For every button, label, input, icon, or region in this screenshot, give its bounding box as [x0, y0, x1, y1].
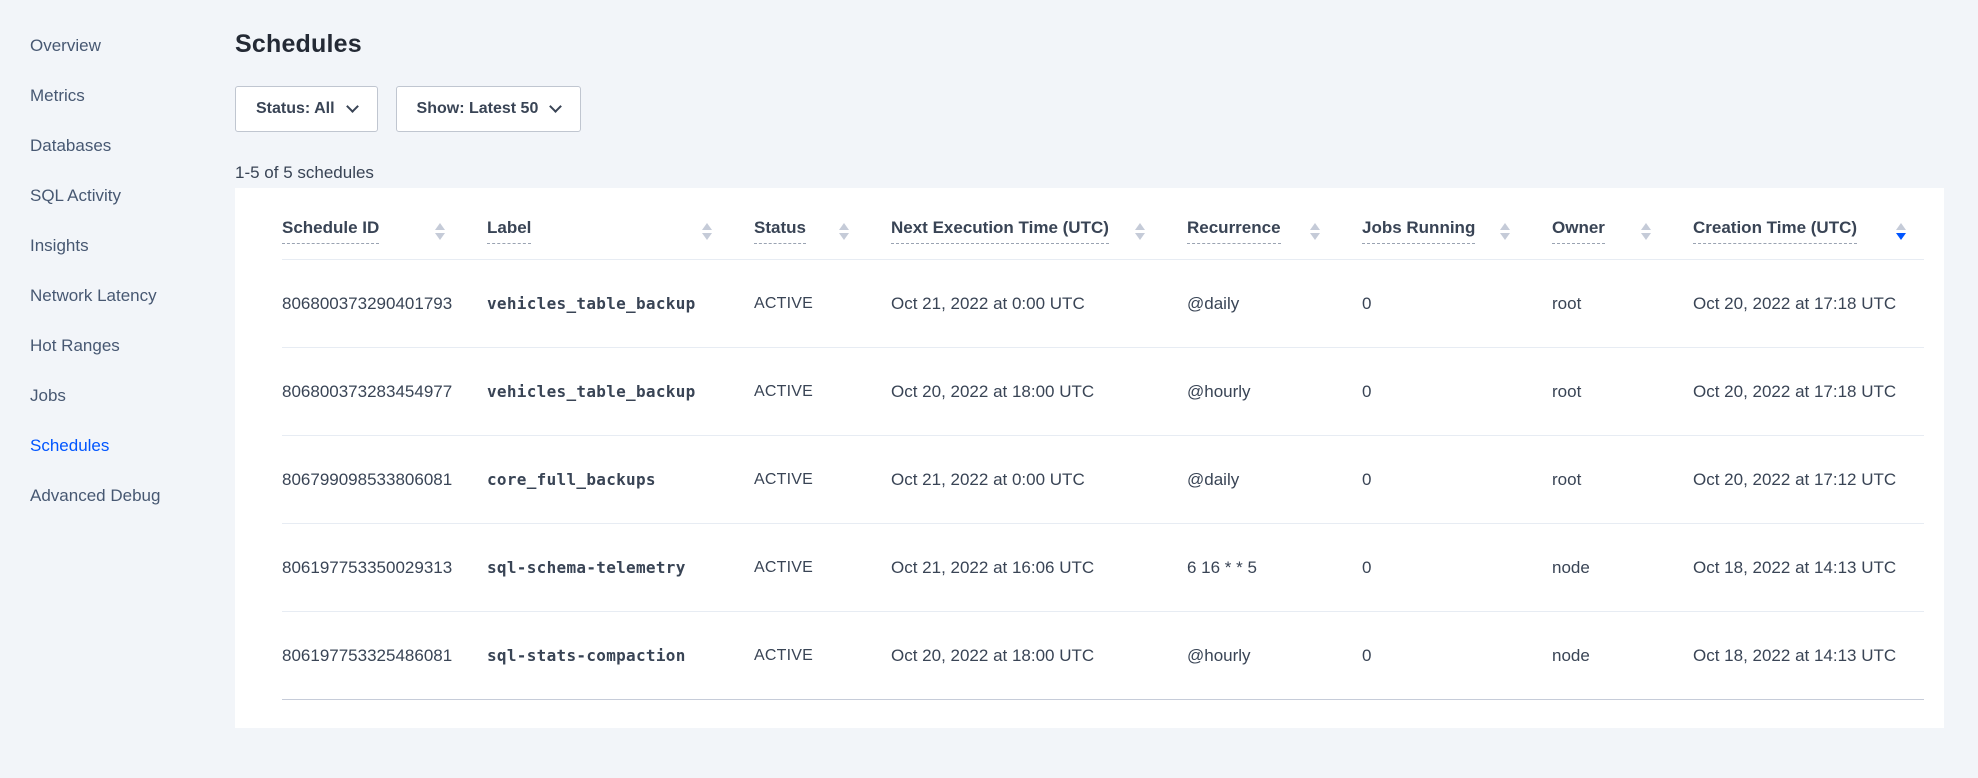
- schedule-id-cell[interactable]: 806197753325486081: [282, 612, 487, 700]
- jobs-running-cell: 0: [1362, 524, 1552, 612]
- sort-icon[interactable]: [1310, 223, 1320, 240]
- next-execution-cell: Oct 21, 2022 at 0:00 UTC: [891, 436, 1187, 524]
- table-row: 806197753350029313 sql-schema-telemetry …: [282, 524, 1924, 612]
- schedule-label-cell: core_full_backups: [487, 436, 754, 524]
- sidebar-item-advanced-debug[interactable]: Advanced Debug: [0, 471, 235, 521]
- schedules-table-card: Schedule ID Label Status Next Execution …: [235, 188, 1944, 728]
- schedules-page: Overview Metrics Databases SQL Activity …: [0, 0, 1978, 778]
- sort-icon[interactable]: [1641, 223, 1651, 240]
- jobs-running-cell: 0: [1362, 436, 1552, 524]
- owner-cell: node: [1552, 612, 1693, 700]
- recurrence-cell: @hourly: [1187, 348, 1362, 436]
- next-execution-cell: Oct 21, 2022 at 0:00 UTC: [891, 260, 1187, 348]
- sidebar-item-metrics[interactable]: Metrics: [0, 71, 235, 121]
- recurrence-cell: @hourly: [1187, 612, 1362, 700]
- column-header-next-execution[interactable]: Next Execution Time (UTC): [891, 188, 1187, 260]
- sort-icon[interactable]: [1896, 223, 1906, 240]
- next-execution-cell: Oct 20, 2022 at 18:00 UTC: [891, 348, 1187, 436]
- main-content: Schedules Status: All Show: Latest 50 1-…: [235, 0, 1978, 728]
- column-header-status[interactable]: Status: [754, 188, 891, 260]
- recurrence-cell: @daily: [1187, 436, 1362, 524]
- schedule-label-cell: sql-schema-telemetry: [487, 524, 754, 612]
- status-cell: ACTIVE: [754, 524, 891, 612]
- column-header-owner[interactable]: Owner: [1552, 188, 1693, 260]
- sidebar: Overview Metrics Databases SQL Activity …: [0, 0, 235, 778]
- table-row: 806799098533806081 core_full_backups ACT…: [282, 436, 1924, 524]
- schedule-label-cell: vehicles_table_backup: [487, 348, 754, 436]
- schedule-label-cell: sql-stats-compaction: [487, 612, 754, 700]
- creation-time-cell: Oct 18, 2022 at 14:13 UTC: [1693, 612, 1924, 700]
- table-row: 806197753325486081 sql-stats-compaction …: [282, 612, 1924, 700]
- schedule-id-cell[interactable]: 806197753350029313: [282, 524, 487, 612]
- status-cell: ACTIVE: [754, 348, 891, 436]
- owner-cell: node: [1552, 524, 1693, 612]
- filters-bar: Status: All Show: Latest 50: [235, 86, 1978, 132]
- column-header-schedule-id[interactable]: Schedule ID: [282, 188, 487, 260]
- sidebar-item-jobs[interactable]: Jobs: [0, 371, 235, 421]
- schedule-label-cell: vehicles_table_backup: [487, 260, 754, 348]
- sort-icon[interactable]: [702, 223, 712, 240]
- sort-icon[interactable]: [435, 223, 445, 240]
- schedule-id-cell[interactable]: 806799098533806081: [282, 436, 487, 524]
- status-cell: ACTIVE: [754, 260, 891, 348]
- table-row: 806800373283454977 vehicles_table_backup…: [282, 348, 1924, 436]
- jobs-running-cell: 0: [1362, 612, 1552, 700]
- show-filter-label: Show: Latest 50: [417, 100, 539, 118]
- sidebar-item-overview[interactable]: Overview: [0, 21, 235, 71]
- sidebar-item-databases[interactable]: Databases: [0, 121, 235, 171]
- status-filter-dropdown[interactable]: Status: All: [235, 86, 378, 132]
- show-filter-dropdown[interactable]: Show: Latest 50: [396, 86, 582, 132]
- column-header-recurrence[interactable]: Recurrence: [1187, 188, 1362, 260]
- jobs-running-cell: 0: [1362, 348, 1552, 436]
- creation-time-cell: Oct 20, 2022 at 17:18 UTC: [1693, 348, 1924, 436]
- column-header-creation-time[interactable]: Creation Time (UTC): [1693, 188, 1924, 260]
- status-cell: ACTIVE: [754, 612, 891, 700]
- schedule-id-cell[interactable]: 806800373283454977: [282, 348, 487, 436]
- sidebar-item-network-latency[interactable]: Network Latency: [0, 271, 235, 321]
- recurrence-cell: @daily: [1187, 260, 1362, 348]
- results-count: 1-5 of 5 schedules: [235, 163, 1978, 183]
- status-cell: ACTIVE: [754, 436, 891, 524]
- next-execution-cell: Oct 20, 2022 at 18:00 UTC: [891, 612, 1187, 700]
- sort-icon[interactable]: [1135, 223, 1145, 240]
- sidebar-item-schedules[interactable]: Schedules: [0, 421, 235, 471]
- creation-time-cell: Oct 20, 2022 at 17:12 UTC: [1693, 436, 1924, 524]
- schedule-id-cell[interactable]: 806800373290401793: [282, 260, 487, 348]
- owner-cell: root: [1552, 436, 1693, 524]
- jobs-running-cell: 0: [1362, 260, 1552, 348]
- sort-icon[interactable]: [1500, 223, 1510, 240]
- status-filter-label: Status: All: [256, 100, 335, 118]
- table-row: 806800373290401793 vehicles_table_backup…: [282, 260, 1924, 348]
- chevron-down-icon: [346, 100, 359, 113]
- recurrence-cell: 6 16 * * 5: [1187, 524, 1362, 612]
- owner-cell: root: [1552, 260, 1693, 348]
- column-header-label[interactable]: Label: [487, 188, 754, 260]
- sort-icon[interactable]: [839, 223, 849, 240]
- next-execution-cell: Oct 21, 2022 at 16:06 UTC: [891, 524, 1187, 612]
- owner-cell: root: [1552, 348, 1693, 436]
- sidebar-item-insights[interactable]: Insights: [0, 221, 235, 271]
- sidebar-item-sql-activity[interactable]: SQL Activity: [0, 171, 235, 221]
- schedules-table: Schedule ID Label Status Next Execution …: [282, 188, 1924, 700]
- column-header-jobs-running[interactable]: Jobs Running: [1362, 188, 1552, 260]
- chevron-down-icon: [549, 100, 562, 113]
- sidebar-item-hot-ranges[interactable]: Hot Ranges: [0, 321, 235, 371]
- page-title: Schedules: [235, 0, 1978, 59]
- creation-time-cell: Oct 18, 2022 at 14:13 UTC: [1693, 524, 1924, 612]
- creation-time-cell: Oct 20, 2022 at 17:18 UTC: [1693, 260, 1924, 348]
- table-header-row: Schedule ID Label Status Next Execution …: [282, 188, 1924, 260]
